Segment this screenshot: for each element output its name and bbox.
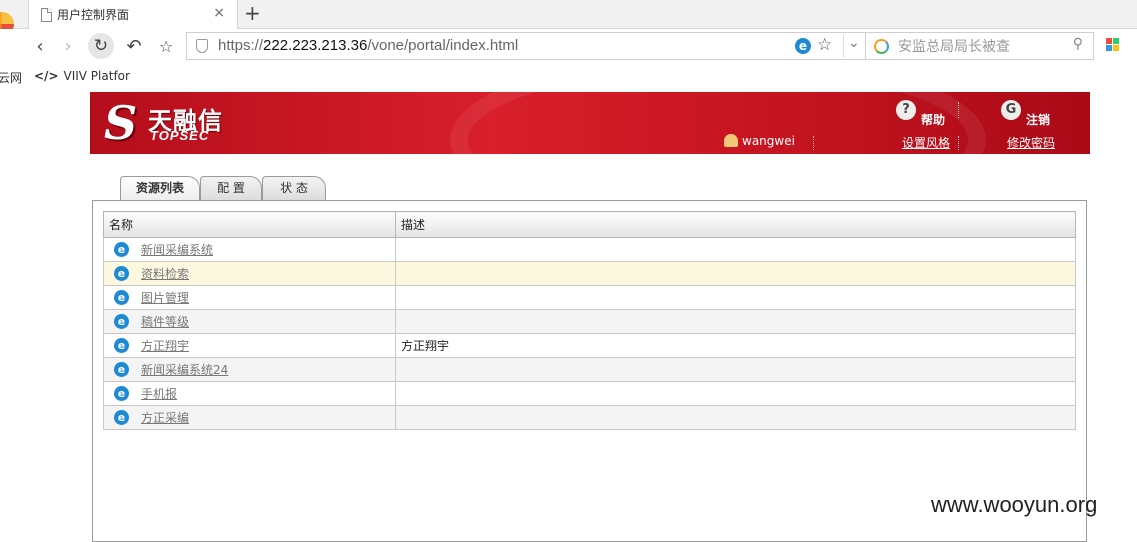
- tab-close-icon[interactable]: ×: [213, 5, 225, 21]
- browser-toolbar: ‹ › ↻ ↶ ☆ https://222.223.213.36/vone/po…: [0, 29, 1137, 65]
- table-row[interactable]: e 图片管理: [103, 285, 1076, 310]
- resource-name-cell: e 方正翔宇: [103, 333, 396, 358]
- page-icon: [41, 8, 52, 22]
- table-row[interactable]: e 方正翔宇 方正翔宇: [103, 333, 1076, 358]
- ie-icon: e: [114, 386, 129, 401]
- address-url[interactable]: https://222.223.213.36/vone/portal/index…: [218, 37, 518, 54]
- ie-icon: e: [114, 242, 129, 257]
- new-tab-button[interactable]: +: [244, 1, 261, 25]
- tab-status[interactable]: 状 态: [262, 176, 326, 200]
- undo-icon[interactable]: ↶: [122, 35, 146, 59]
- current-user: wangwei: [724, 134, 795, 148]
- watermark-text: www.wooyun.org: [931, 492, 1098, 517]
- portal-header: S 天融信 TOPSEC ? 帮助 G 注销 wangwei 设置风格 修改密码: [90, 92, 1090, 154]
- back-icon[interactable]: ‹: [28, 35, 52, 59]
- reload-icon[interactable]: ↻: [88, 33, 114, 59]
- resource-link[interactable]: 图片管理: [141, 291, 189, 305]
- resource-name-cell: e 手机报: [103, 381, 396, 406]
- ie-icon: e: [114, 338, 129, 353]
- search-icon[interactable]: ⚲: [1073, 36, 1083, 52]
- ie-icon: e: [114, 266, 129, 281]
- table-row[interactable]: e 手机报: [103, 381, 1076, 406]
- bookmarks-bar: 云网 </> VIIV Platfor: [0, 66, 1137, 88]
- table-header-row: 名称 描述: [103, 211, 1076, 238]
- ie-icon: e: [114, 362, 129, 377]
- resource-link[interactable]: 手机报: [141, 387, 177, 401]
- resource-desc-cell: [395, 405, 1076, 430]
- security-shield-icon[interactable]: [196, 39, 208, 53]
- ie-icon: e: [114, 410, 129, 425]
- change-password-link[interactable]: 修改密码: [1007, 134, 1055, 151]
- bookmark-item[interactable]: </> VIIV Platfor: [34, 69, 130, 83]
- search-box[interactable]: ⚲: [866, 32, 1094, 60]
- resource-link[interactable]: 资料检索: [141, 267, 189, 281]
- ie-icon: e: [114, 290, 129, 305]
- resource-name-cell: e 图片管理: [103, 285, 396, 310]
- table-row[interactable]: e 新闻采编系统: [103, 237, 1076, 262]
- logout-label: 注销: [1026, 113, 1051, 127]
- search-engine-icon: [874, 39, 889, 54]
- resource-desc-cell: [395, 285, 1076, 310]
- table-row[interactable]: e 新闻采编系统24: [103, 357, 1076, 382]
- resource-name-cell: e 方正采编: [103, 405, 396, 430]
- logout-icon: G: [1001, 100, 1021, 120]
- logo-text-en: TOPSEC: [150, 128, 210, 143]
- resource-link[interactable]: 新闻采编系统24: [141, 363, 228, 377]
- resource-desc-cell: [395, 309, 1076, 334]
- ie-icon: e: [114, 314, 129, 329]
- header-divider: [958, 102, 959, 118]
- table-row[interactable]: e 资料检索: [103, 261, 1076, 286]
- resource-name-cell: e 资料检索: [103, 261, 396, 286]
- column-header-name: 名称: [103, 211, 396, 238]
- tab-strip: 用户控制界面 × +: [0, 0, 1137, 36]
- resource-link[interactable]: 方正采编: [141, 411, 189, 425]
- resource-link[interactable]: 新闻采编系统: [141, 243, 213, 257]
- table-row[interactable]: e 稿件等级: [103, 309, 1076, 334]
- tab-resource-list[interactable]: 资源列表: [120, 176, 200, 201]
- resource-desc-cell: [395, 381, 1076, 406]
- set-style-link[interactable]: 设置风格: [902, 134, 950, 151]
- forward-icon[interactable]: ›: [56, 35, 80, 59]
- bookmark-label: VIIV Platfor: [63, 69, 130, 83]
- help-label: 帮助: [921, 113, 946, 127]
- address-bar[interactable]: https://222.223.213.36/vone/portal/index…: [186, 32, 866, 60]
- bookmark-star-icon[interactable]: ☆: [154, 35, 178, 59]
- resource-link[interactable]: 方正翔宇: [141, 339, 189, 353]
- resource-desc-cell: 方正翔宇: [395, 333, 1076, 358]
- ie-mode-icon[interactable]: e: [795, 38, 811, 54]
- tab-config[interactable]: 配 置: [200, 176, 262, 200]
- resource-name-cell: e 新闻采编系统24: [103, 357, 396, 382]
- tab-title: 用户控制界面: [57, 8, 130, 22]
- code-icon: </>: [34, 69, 59, 83]
- column-header-desc: 描述: [395, 211, 1076, 238]
- favorite-star-icon[interactable]: ☆: [817, 35, 832, 55]
- bookmark-item[interactable]: 云网: [0, 69, 22, 86]
- help-icon: ?: [896, 100, 916, 120]
- header-divider: [813, 136, 814, 150]
- search-input[interactable]: [896, 36, 1070, 58]
- resource-name-cell: e 新闻采编系统: [103, 237, 396, 262]
- resource-desc-cell: [395, 261, 1076, 286]
- logo-mark: S: [104, 96, 138, 150]
- user-icon: [724, 134, 738, 147]
- resource-table: 名称 描述 e 新闻采编系统 e 资料检索 e 图片管理 e 稿件等级 e 方正翔宇 方正…: [103, 211, 1076, 430]
- resource-panel: 名称 描述 e 新闻采编系统 e 资料检索 e 图片管理 e 稿件等级 e 方正翔宇 方正…: [92, 200, 1087, 542]
- apps-grid-icon[interactable]: [1106, 38, 1119, 51]
- table-row[interactable]: e 方正采编: [103, 405, 1076, 430]
- resource-desc-cell: [395, 357, 1076, 382]
- resource-name-cell: e 稿件等级: [103, 309, 396, 334]
- browser-tab[interactable]: 用户控制界面 ×: [28, 0, 238, 29]
- resource-desc-cell: [395, 237, 1076, 262]
- resource-link[interactable]: 稿件等级: [141, 315, 189, 329]
- address-dropdown-icon[interactable]: ⌄: [843, 35, 860, 57]
- header-divider: [958, 136, 959, 150]
